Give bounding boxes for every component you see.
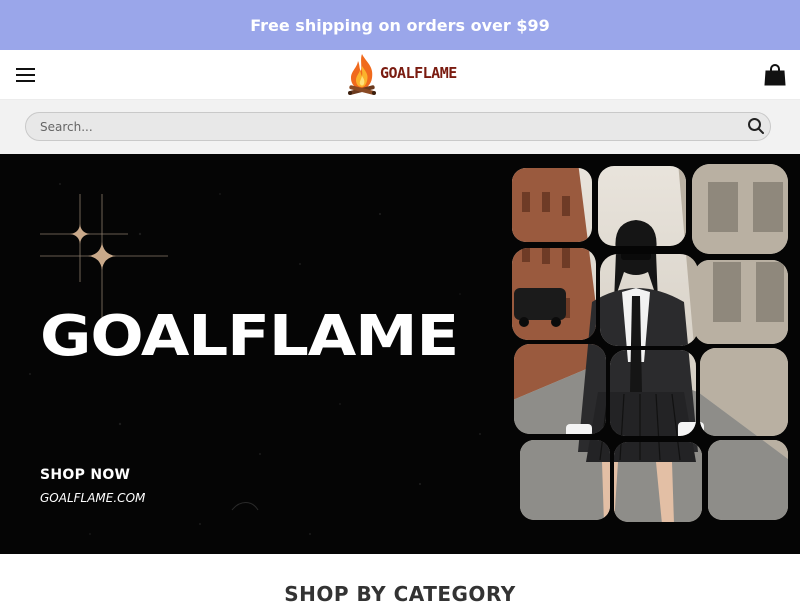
promo-bar: Free shipping on orders over $99 [0,0,800,50]
shop-by-category-heading: SHOP BY CATEGORY [284,582,516,606]
site-logo[interactable]: GOALFLAME [346,51,457,99]
shop-now-link[interactable]: SHOP NOW [40,467,130,483]
hero-title: GOALFLAME [40,304,459,369]
site-header: GOALFLAME [0,50,800,100]
search-box [25,112,771,141]
hero-banner[interactable]: GOALFLAME SHOP NOW GOALFLAME.COM [0,154,800,554]
logo-text: GOALFLAME [380,64,457,82]
hamburger-menu-icon[interactable] [16,68,35,82]
hero-model-photo [512,164,788,522]
search-icon[interactable] [747,117,765,135]
shopping-bag-icon[interactable] [764,63,786,87]
promo-text: Free shipping on orders over $99 [250,15,550,35]
search-input[interactable] [40,113,730,140]
search-bar-section [0,100,800,154]
hero-site-url: GOALFLAME.COM [40,491,146,505]
flame-logo-icon [348,54,376,95]
